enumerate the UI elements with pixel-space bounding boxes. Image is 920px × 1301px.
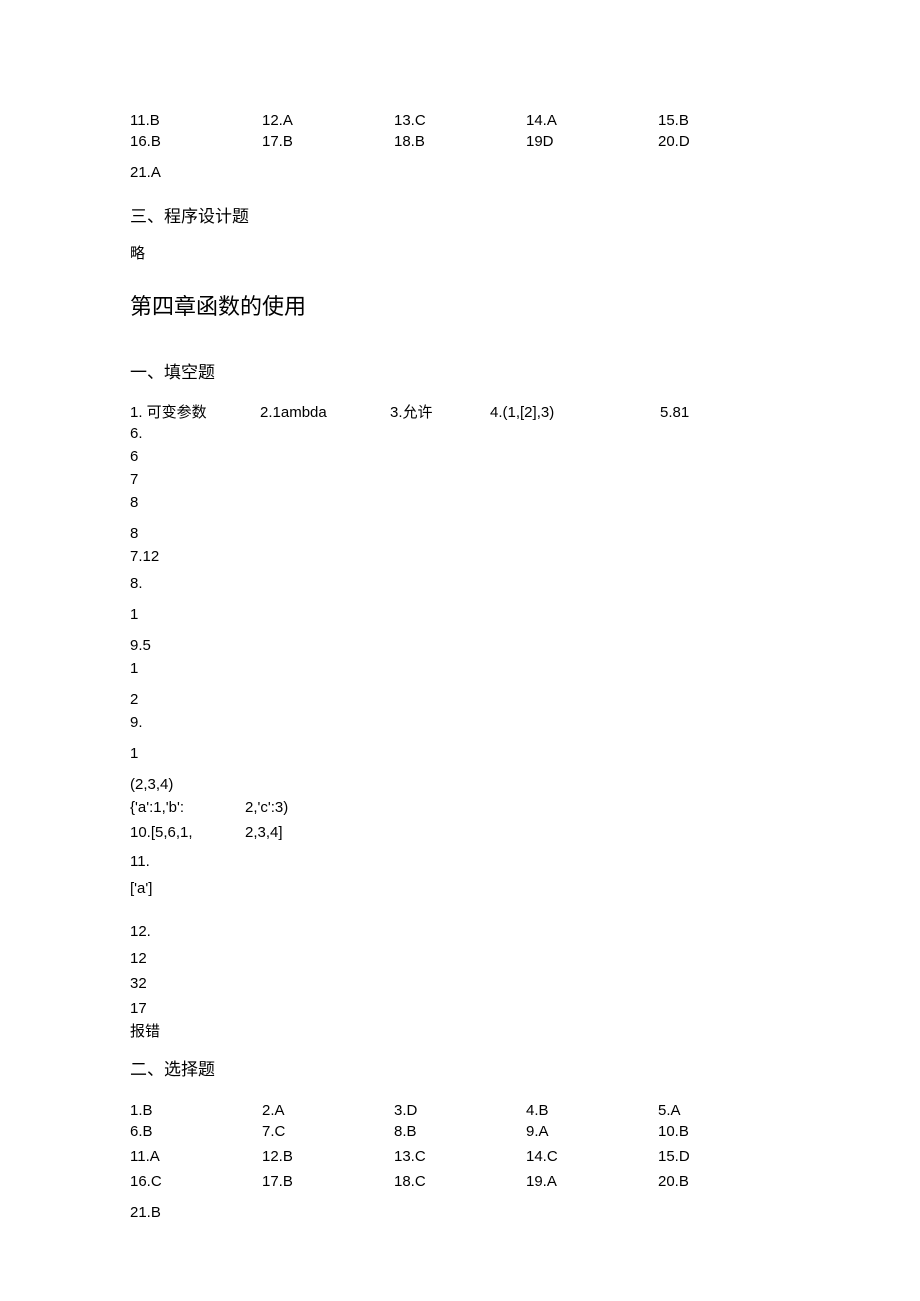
fill-line: 11.: [130, 851, 790, 872]
answer-cell: 6.B: [130, 1121, 262, 1142]
answer-row: 11.B 12.A 13.C 14.A 15.B: [130, 110, 790, 131]
fill-cell: 1. 可变参数: [130, 402, 260, 423]
answer-row: 11.A 12.B 13.C 14.C 15.D: [130, 1146, 790, 1167]
answer-cell: 10.B: [658, 1121, 790, 1142]
fill-heading: 一、填空题: [130, 361, 790, 385]
fill-cell: 2,'c':3): [245, 797, 288, 818]
answer-cell: 1.B: [130, 1100, 262, 1121]
fill-line: 6: [130, 446, 790, 467]
answer-cell: 16.C: [130, 1171, 262, 1192]
fill-line: 8.: [130, 573, 790, 594]
answer-cell: 9.A: [526, 1121, 658, 1142]
fill-line: 32: [130, 973, 790, 994]
answer-cell: 19D: [526, 131, 658, 152]
fill-line: {'a':1,'b': 2,'c':3): [130, 797, 790, 818]
answer-cell: 7.C: [262, 1121, 394, 1142]
answer-row: 6.B 7.C 8.B 9.A 10.B: [130, 1121, 790, 1142]
fill-line: 1: [130, 743, 790, 764]
answer-cell: 14.C: [526, 1146, 658, 1167]
answer-cell: 13.C: [394, 110, 526, 131]
answer-cell: 15.B: [658, 110, 790, 131]
answer-cell: 8.B: [394, 1121, 526, 1142]
fill-line: 7: [130, 469, 790, 490]
answer-cell: 12.B: [262, 1146, 394, 1167]
section-heading: 三、程序设计题: [130, 205, 790, 229]
answer-cell: 17.B: [262, 131, 394, 152]
answer-cell: 19.A: [526, 1171, 658, 1192]
answer-cell: 20.D: [658, 131, 790, 152]
fill-line: 1: [130, 658, 790, 679]
choice-heading: 二、选择题: [130, 1058, 790, 1082]
answer-cell: 17.B: [262, 1171, 394, 1192]
fill-cell: 3.允许: [390, 402, 490, 423]
answer-cell: 12.A: [262, 110, 394, 131]
answer-cell: 11.A: [130, 1146, 262, 1167]
chapter-heading: 第四章函数的使用: [130, 292, 790, 323]
fill-line: 9.: [130, 712, 790, 733]
fill-line: 12: [130, 948, 790, 969]
fill-cell: 2,3,4]: [245, 822, 283, 843]
fill-cell: 10.[5,6,1,: [130, 822, 245, 843]
fill-line: 8: [130, 492, 790, 513]
answer-cell: 3.D: [394, 1100, 526, 1121]
fill-line: 17: [130, 998, 790, 1019]
fill-line: 9.5: [130, 635, 790, 656]
answer-cell: 5.A: [658, 1100, 790, 1121]
fill-line: ['a']: [130, 878, 790, 899]
fill-line: 2: [130, 689, 790, 710]
fill-line: 8: [130, 523, 790, 544]
answer-cell: 4.B: [526, 1100, 658, 1121]
section-body: 略: [130, 243, 790, 264]
fill-line: 6.: [130, 423, 790, 444]
answer-cell: 18.C: [394, 1171, 526, 1192]
fill-line: 7.12: [130, 546, 790, 567]
fill-line: 10.[5,6,1, 2,3,4]: [130, 822, 790, 843]
answer-cell: 20.B: [658, 1171, 790, 1192]
answer-cell: 21.B: [130, 1202, 790, 1223]
answer-cell: 13.C: [394, 1146, 526, 1167]
answer-cell: 11.B: [130, 110, 262, 131]
fill-line: 12.: [130, 921, 790, 942]
fill-cell: {'a':1,'b':: [130, 797, 245, 818]
fill-line: 报错: [130, 1021, 790, 1042]
answer-cell: 15.D: [658, 1146, 790, 1167]
answer-cell: 16.B: [130, 131, 262, 152]
fill-line: 1: [130, 604, 790, 625]
fill-cell: 4.(1,[2],3): [490, 402, 660, 423]
answer-cell: 14.A: [526, 110, 658, 131]
fill-line: (2,3,4): [130, 774, 790, 795]
answer-cell: 21.A: [130, 162, 790, 183]
answer-row: 16.B 17.B 18.B 19D 20.D: [130, 131, 790, 152]
fill-cell: 5.81: [660, 402, 689, 423]
answer-row: 16.C 17.B 18.C 19.A 20.B: [130, 1171, 790, 1192]
fill-cell: 2.1ambda: [260, 402, 390, 423]
answer-cell: 2.A: [262, 1100, 394, 1121]
fill-row: 1. 可变参数 2.1ambda 3.允许 4.(1,[2],3) 5.81: [130, 402, 790, 423]
answer-row: 1.B 2.A 3.D 4.B 5.A: [130, 1100, 790, 1121]
answer-cell: 18.B: [394, 131, 526, 152]
